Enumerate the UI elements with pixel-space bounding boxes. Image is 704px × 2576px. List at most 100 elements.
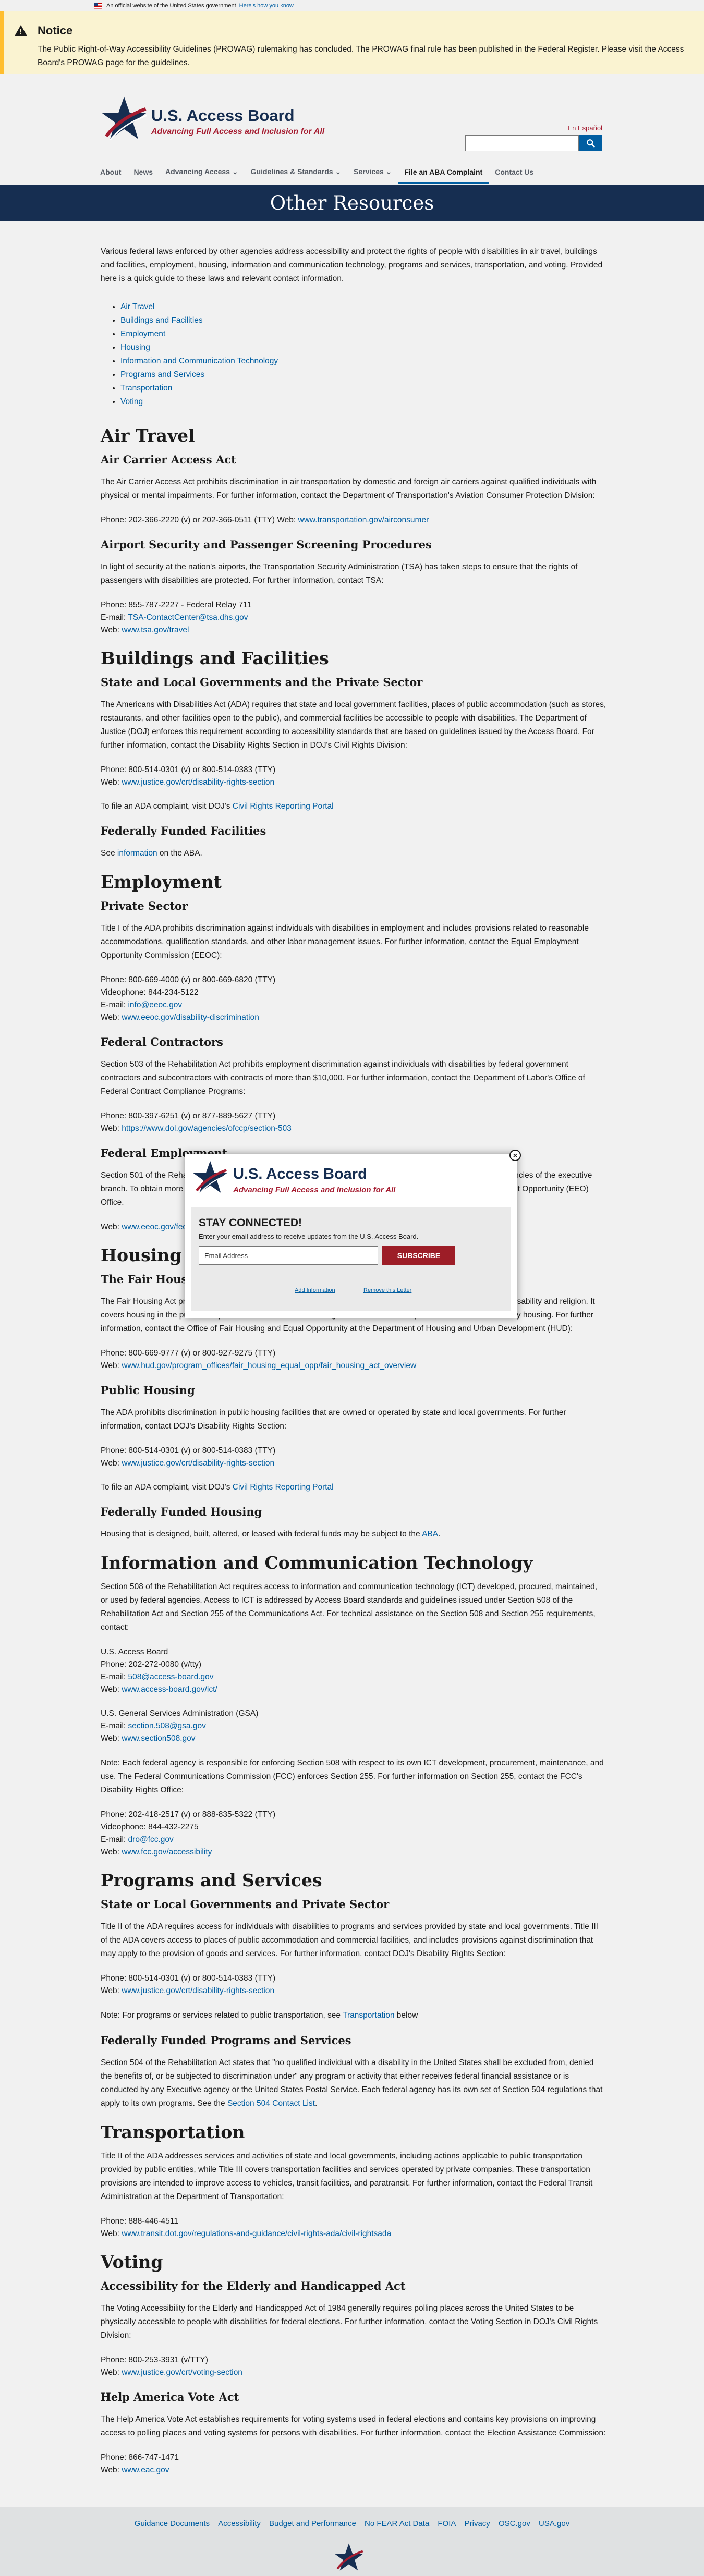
contact-text: E-mail: — [101, 1672, 128, 1681]
contact-link[interactable]: 508@access-board.gov — [128, 1672, 214, 1681]
inline-link[interactable]: Section 504 Contact List — [227, 2099, 315, 2108]
footer-link-guidance[interactable]: Guidance Documents — [135, 2519, 210, 2528]
paragraph-text: . — [438, 1530, 441, 1539]
contact-block: Phone: 800-397-6251 (v) or 877-889-5627 … — [101, 1110, 606, 1135]
page-title: Other Resources — [270, 191, 434, 214]
contact-text: Videophone: 844-234-5122 — [101, 988, 199, 997]
paragraph-text: . — [315, 2099, 318, 2108]
nav-news[interactable]: News — [127, 162, 159, 184]
inline-link[interactable]: Transportation — [343, 2011, 394, 2020]
contact-link[interactable]: www.justice.gov/crt/disability-rights-se… — [122, 1459, 274, 1468]
nav-services[interactable]: Services ⌄ — [347, 162, 398, 184]
nav-advancing-access[interactable]: Advancing Access ⌄ — [159, 162, 245, 184]
contact-block: Phone: 866-747-1471 Web: www.eac.gov — [101, 2451, 606, 2476]
paragraph: The Voting Accessibility for the Elderly… — [101, 2304, 598, 2340]
inline-link[interactable]: information — [117, 849, 157, 858]
contact-block: Phone: 800-669-4000 (v) or 800-669-6820 … — [101, 974, 606, 1024]
close-icon[interactable]: × — [509, 1150, 521, 1161]
footer-link-budget[interactable]: Budget and Performance — [269, 2519, 356, 2528]
footer-link-no-fear[interactable]: No FEAR Act Data — [365, 2519, 429, 2528]
toc-link-ict[interactable]: Information and Communication Technology — [120, 357, 278, 365]
espanol-link[interactable]: En Español — [568, 124, 603, 132]
access-board-logo-icon[interactable] — [101, 95, 148, 142]
contact-link[interactable]: www.fcc.gov/accessibility — [122, 1848, 212, 1857]
contact-link[interactable]: www.section508.gov — [122, 1734, 195, 1743]
nav-contact-us[interactable]: Contact Us — [489, 162, 540, 184]
nav-guidelines-standards[interactable]: Guidelines & Standards ⌄ — [245, 162, 348, 184]
paragraph-text: Section 504 of the Rehabilitation Act st… — [101, 2058, 603, 2108]
contact-text: Phone: 800-669-4000 (v) or 800-669-6820 … — [101, 975, 276, 984]
contact-link[interactable]: www.access-board.gov/ict/ — [122, 1685, 217, 1694]
site-title[interactable]: U.S. Access Board — [151, 106, 295, 125]
contact-link[interactable]: TSA-ContactCenter@tsa.dhs.gov — [128, 613, 248, 622]
contact-link[interactable]: Civil Rights Reporting Portal — [233, 802, 334, 811]
contact-text: Videophone: 844-432-2275 — [101, 1823, 199, 1832]
contact-link[interactable]: Civil Rights Reporting Portal — [233, 1483, 334, 1492]
contact-link[interactable]: www.tsa.gov/travel — [122, 626, 189, 634]
main-nav: About News Advancing Access ⌄ Guidelines… — [94, 162, 540, 184]
search-input[interactable] — [465, 135, 579, 151]
contact-text: Phone: 800-514-0301 (v) or 800-514-0383 … — [101, 1974, 276, 1983]
email-field[interactable]: Email Address — [199, 1246, 378, 1265]
contact-block: Phone: 800-514-0301 (v) or 800-514-0383 … — [101, 1445, 606, 1470]
gov-banner-link[interactable]: Here's how you know — [239, 3, 294, 9]
contact-text: Web: — [101, 1848, 122, 1857]
paragraph: Section 503 of the Rehabilitation Act pr… — [101, 1060, 585, 1096]
nav-about[interactable]: About — [94, 162, 127, 184]
contact-link[interactable]: https://www.dol.gov/agencies/ofccp/secti… — [122, 1124, 292, 1133]
modal-link-add-info[interactable]: Add Information — [295, 1287, 335, 1293]
subsection-heading: Federally Funded Housing — [101, 1505, 262, 1518]
contact-text: Web: — [101, 626, 122, 634]
toc-link-programs[interactable]: Programs and Services — [120, 370, 204, 379]
section-heading: Information and Communication Technology — [101, 1553, 533, 1573]
contact-link[interactable]: www.eac.gov — [122, 2465, 169, 2474]
toc-link-air-travel[interactable]: Air Travel — [120, 302, 154, 311]
contact-text: Web: — [101, 2229, 122, 2238]
nav-file-aba-complaint[interactable]: File an ABA Complaint — [398, 162, 489, 184]
contact-link[interactable]: section.508@gsa.gov — [128, 1722, 206, 1730]
contact-link[interactable]: www.justice.gov/crt/disability-rights-se… — [122, 1986, 274, 1995]
toc-link-employment[interactable]: Employment — [120, 329, 165, 338]
toc-link-transportation[interactable]: Transportation — [120, 384, 172, 393]
contact-text: Web: — [101, 1986, 122, 1995]
paragraph: The ADA prohibits discrimination in publ… — [101, 1408, 566, 1431]
footer-link-accessibility[interactable]: Accessibility — [218, 2519, 261, 2528]
toc-link-housing[interactable]: Housing — [120, 343, 150, 352]
inline-link[interactable]: ABA — [422, 1530, 438, 1539]
paragraph-text: Note: For programs or services related t… — [101, 2011, 343, 2020]
toc-link-voting[interactable]: Voting — [120, 397, 143, 406]
modal-heading: STAY CONNECTED! — [199, 1217, 302, 1229]
contact-text: U.S. General Services Administration (GS… — [101, 1709, 259, 1718]
contact-link[interactable]: www.hud.gov/program_offices/fair_housing… — [122, 1361, 416, 1370]
us-flag-icon — [94, 3, 102, 9]
subsection-heading: Federally Funded Programs and Services — [101, 2034, 351, 2047]
contact-link[interactable]: www.justice.gov/crt/voting-section — [122, 2368, 242, 2377]
contact-link[interactable]: www.eeoc.gov/disability-discrimination — [122, 1013, 259, 1022]
site-header: U.S. Access Board Advancing Full Access … — [0, 74, 704, 172]
contact-link[interactable]: www.transportation.gov/airconsumer — [298, 516, 429, 524]
contact-text: E-mail: — [101, 1000, 128, 1009]
footer-link-privacy[interactable]: Privacy — [465, 2519, 490, 2528]
footer-link-foia[interactable]: FOIA — [438, 2519, 456, 2528]
section-heading: Air Travel — [101, 425, 195, 446]
subscribe-button[interactable]: SUBSCRIBE — [382, 1246, 455, 1265]
footer-logo-icon[interactable] — [334, 2542, 364, 2572]
contact-link[interactable]: info@eeoc.gov — [128, 1000, 183, 1009]
footer-link-usa[interactable]: USA.gov — [539, 2519, 569, 2528]
contact-text: Phone: 202-418-2517 (v) or 888-835-5322 … — [101, 1810, 276, 1819]
paragraph: Section 504 of the Rehabilitation Act st… — [101, 2056, 606, 2110]
contact-text: Web: — [101, 778, 122, 787]
search-button[interactable] — [579, 135, 602, 151]
contact-link[interactable]: www.transit.dot.gov/regulations-and-guid… — [122, 2229, 391, 2238]
subsection-heading: Air Carrier Access Act — [101, 453, 236, 466]
gov-banner: An official website of the United States… — [0, 0, 704, 11]
subsection-heading: Private Sector — [101, 899, 188, 912]
toc-link-buildings[interactable]: Buildings and Facilities — [120, 316, 203, 325]
footer-link-osc[interactable]: OSC.gov — [499, 2519, 530, 2528]
subsection-heading: Federal Contractors — [101, 1035, 223, 1048]
contact-link[interactable]: www.justice.gov/crt/disability-rights-se… — [122, 778, 274, 787]
modal-link-remove[interactable]: Remove this Letter — [363, 1287, 411, 1293]
modal-tagline: Advancing Full Access and Inclusion for … — [233, 1186, 396, 1194]
contact-text: Phone: 800-514-0301 (v) or 800-514-0383 … — [101, 765, 276, 774]
contact-link[interactable]: dro@fcc.gov — [128, 1835, 174, 1844]
